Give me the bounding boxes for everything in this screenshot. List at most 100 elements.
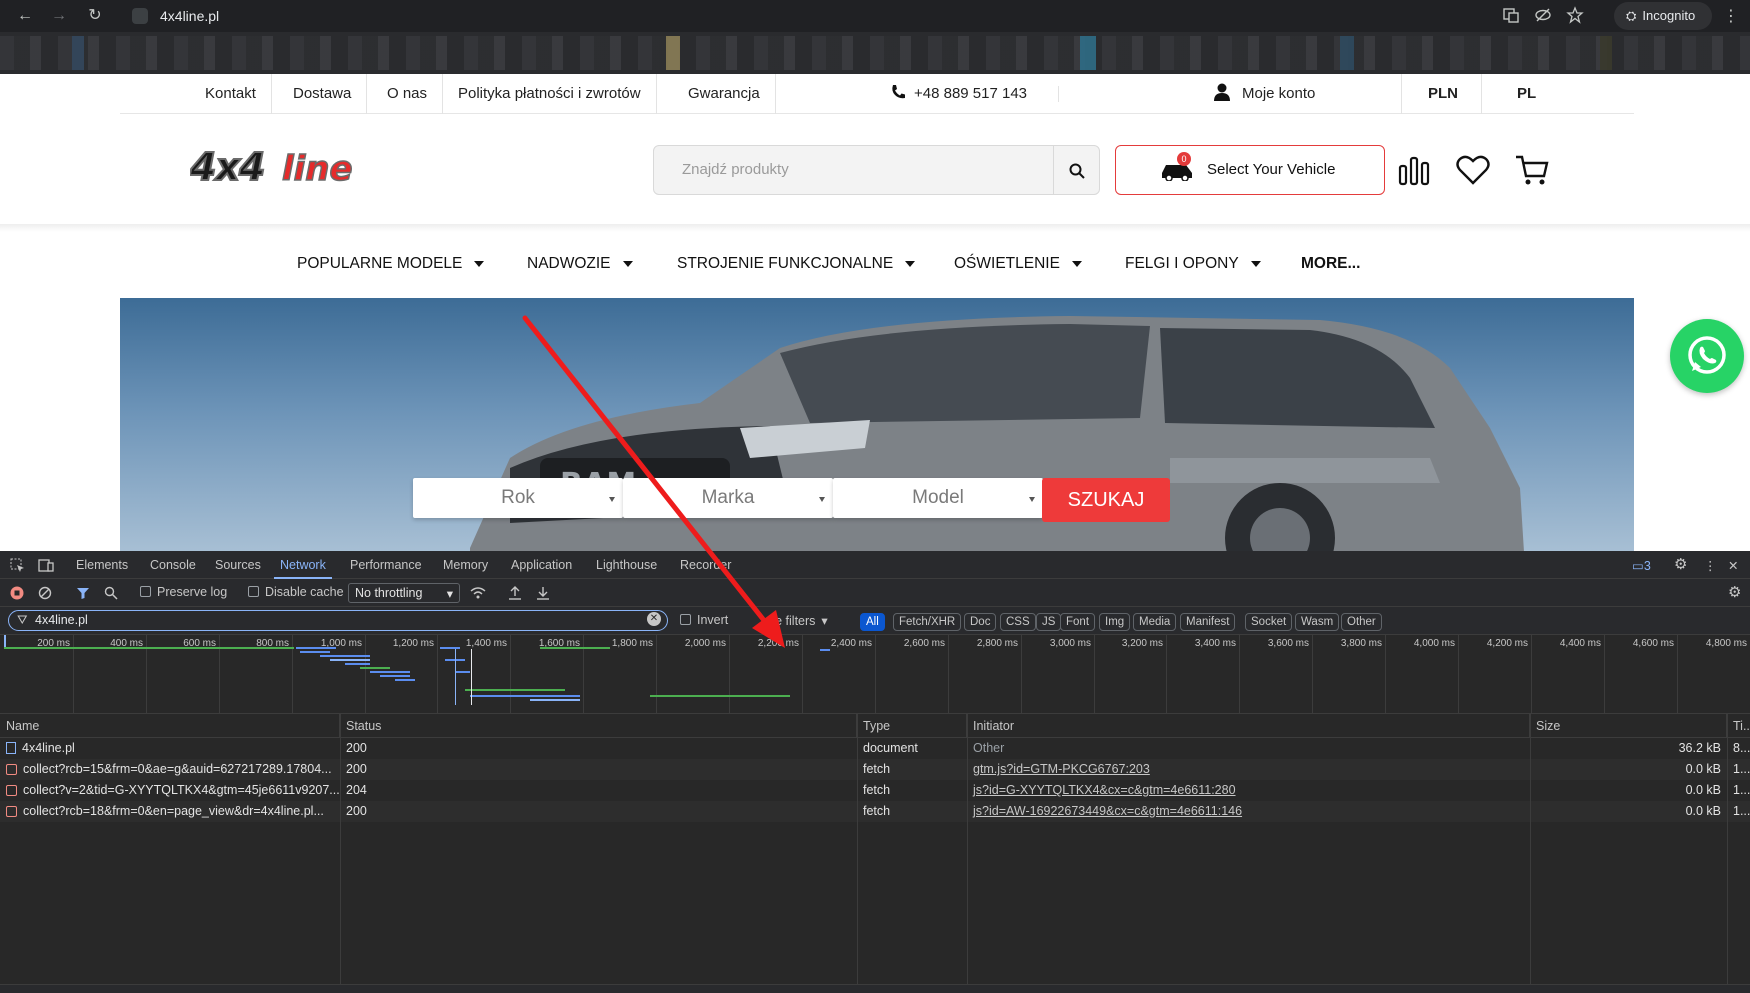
chip-wasm[interactable]: Wasm	[1295, 613, 1340, 631]
chip-img[interactable]: Img	[1099, 613, 1131, 631]
request-initiator-link[interactable]: js?id=AW-16922673449&cx=c&gtm=4e6611:146	[967, 801, 1530, 822]
reload-icon[interactable]: ↻	[86, 7, 104, 25]
filter-funnel-icon[interactable]	[76, 586, 90, 600]
more-filters-dropdown[interactable]: ore filters ▾	[764, 613, 828, 628]
vehicle-search-button[interactable]: SZUKAJ	[1042, 478, 1170, 522]
chip-doc[interactable]: Doc	[964, 613, 997, 631]
settings-gear-icon[interactable]: ⚙	[1674, 555, 1687, 573]
site-info-icon[interactable]	[132, 8, 148, 24]
device-toggle-icon[interactable]	[38, 558, 54, 573]
search-input[interactable]: Znajdź produkty	[682, 161, 789, 178]
wishlist-heart-icon[interactable]	[1455, 152, 1491, 188]
whatsapp-button[interactable]	[1670, 319, 1744, 393]
nav-felgi-i-opony[interactable]: FELGI I OPONY	[1125, 244, 1261, 284]
timeline-tick-label: 3,800 ms	[1340, 638, 1382, 649]
chip-all[interactable]: All	[860, 613, 885, 631]
table-row[interactable]: collect?rcb=18&frm=0&en=page_view&dr=4x4…	[0, 801, 1750, 822]
tab-elements[interactable]: Elements	[76, 558, 128, 572]
record-stop-icon[interactable]	[10, 586, 24, 600]
incognito-profile-button[interactable]: ⛭ Incognito	[1614, 2, 1712, 30]
table-row[interactable]: collect?rcb=15&frm=0&ae=g&auid=627217289…	[0, 759, 1750, 780]
compare-icon[interactable]	[1396, 152, 1432, 188]
model-select[interactable]: Model	[833, 478, 1043, 518]
make-select[interactable]: Marka	[623, 478, 833, 518]
network-settings-gear-icon[interactable]: ⚙	[1728, 583, 1741, 601]
chip-js[interactable]: JS	[1036, 613, 1062, 631]
tab-memory[interactable]: Memory	[443, 558, 488, 572]
link-dostawa[interactable]: Dostawa	[278, 74, 368, 114]
account-link[interactable]: Moje konto	[1214, 74, 1315, 114]
chip-media[interactable]: Media	[1133, 613, 1177, 631]
forward-icon[interactable]: →	[50, 7, 68, 25]
request-name[interactable]: 4x4line.pl	[0, 738, 340, 759]
tab-sources[interactable]: Sources	[215, 558, 261, 572]
product-search[interactable]: Znajdź produkty	[653, 145, 1100, 195]
nav-oswietlenie[interactable]: OŚWIETLENIE	[954, 244, 1082, 284]
chip-font[interactable]: Font	[1060, 613, 1096, 631]
issues-counter[interactable]: ▭3	[1632, 558, 1651, 573]
year-select[interactable]: Rok	[413, 478, 623, 518]
tab-performance[interactable]: Performance	[350, 558, 422, 572]
chip-css[interactable]: CSS	[1000, 613, 1036, 631]
more-options-icon[interactable]: ⋮	[1704, 558, 1717, 573]
inspect-element-icon[interactable]	[10, 558, 25, 573]
chip-socket[interactable]: Socket	[1245, 613, 1293, 631]
address-bar[interactable]: 4x4line.pl	[124, 2, 1304, 30]
preserve-log-checkbox[interactable]: Preserve log	[140, 585, 227, 599]
bookmark-star-icon[interactable]	[1566, 6, 1584, 24]
clear-icon[interactable]	[38, 586, 52, 600]
export-har-icon[interactable]	[536, 585, 550, 600]
nav-popularne-modele[interactable]: POPULARNE MODELE	[297, 244, 485, 284]
url-text[interactable]: 4x4line.pl	[160, 8, 219, 24]
import-har-icon[interactable]	[508, 585, 522, 600]
browser-menu-icon[interactable]: ⋮	[1723, 6, 1739, 26]
chip-fetch-xhr[interactable]: Fetch/XHR	[893, 613, 962, 631]
table-row[interactable]: collect?v=2&tid=G-XYYTQLTKX4&gtm=45je661…	[0, 780, 1750, 801]
invert-checkbox[interactable]: Invert	[680, 613, 728, 627]
link-kontakt[interactable]: Kontakt	[190, 74, 272, 114]
tab-console[interactable]: Console	[150, 558, 196, 572]
throttling-select[interactable]: No throttling ▾	[348, 583, 460, 603]
request-name[interactable]: collect?rcb=18&frm=0&en=page_view&dr=4x4…	[0, 801, 340, 822]
link-polityka[interactable]: Polityka płatności i zwrotów	[443, 74, 657, 114]
col-status[interactable]: Status	[340, 714, 857, 738]
network-conditions-icon[interactable]	[470, 586, 486, 600]
clear-filter-icon[interactable]: ✕	[647, 612, 661, 626]
request-name[interactable]: collect?v=2&tid=G-XYYTQLTKX4&gtm=45je661…	[0, 780, 340, 801]
select-vehicle-button[interactable]: 0 Select Your Vehicle	[1115, 145, 1385, 195]
4x4line-logo[interactable]: 4x4 line	[190, 146, 410, 188]
nav-more[interactable]: MORE...	[1301, 244, 1360, 284]
request-initiator-link[interactable]: js?id=G-XYYTQLTKX4&cx=c&gtm=4e6611:280	[967, 780, 1530, 801]
disable-cache-checkbox[interactable]: Disable cache	[248, 585, 344, 599]
cart-icon[interactable]	[1514, 152, 1550, 188]
phone-contact[interactable]: +48 889 517 143	[890, 74, 1027, 114]
back-icon[interactable]: ←	[16, 7, 34, 25]
link-o-nas[interactable]: O nas	[372, 74, 444, 114]
col-initiator[interactable]: Initiator	[967, 714, 1530, 738]
tab-network[interactable]: Network	[274, 558, 332, 579]
table-row[interactable]: 4x4line.pl 200 document Other 36.2 kB 8.…	[0, 738, 1750, 759]
currency-selector[interactable]: PLN	[1401, 74, 1481, 114]
tab-lighthouse[interactable]: Lighthouse	[596, 558, 657, 572]
col-size[interactable]: Size	[1530, 714, 1727, 738]
filter-input[interactable]: ⛛ 4x4line.pl ✕	[8, 610, 668, 631]
tab-application[interactable]: Application	[511, 558, 572, 572]
request-initiator-link[interactable]: gtm.js?id=GTM-PKCG6767:203	[967, 759, 1530, 780]
nav-nadwozie[interactable]: NADWOZIE	[527, 244, 633, 284]
link-gwarancja[interactable]: Gwarancja	[673, 74, 776, 114]
nav-strojenie-funkcjonalne[interactable]: STROJENIE FUNKCJONALNE	[677, 244, 916, 284]
network-overview-timeline[interactable]: 200 ms 400 ms 600 ms 800 ms 1,000 ms 1,200 ms…	[0, 635, 1750, 714]
search-icon[interactable]	[104, 586, 118, 600]
tab-recorder[interactable]: Recorder	[680, 558, 731, 572]
eye-off-icon[interactable]	[1534, 6, 1552, 24]
chip-other[interactable]: Other	[1341, 613, 1382, 631]
col-time[interactable]: Ti...	[1727, 714, 1750, 738]
close-devtools-icon[interactable]: ✕	[1728, 558, 1738, 573]
chip-manifest[interactable]: Manifest	[1180, 613, 1236, 631]
search-button[interactable]	[1053, 146, 1099, 194]
translate-icon[interactable]	[1502, 6, 1520, 24]
request-name[interactable]: collect?rcb=15&frm=0&ae=g&auid=627217289…	[0, 759, 340, 780]
col-name[interactable]: Name	[0, 714, 340, 738]
col-type[interactable]: Type	[857, 714, 967, 738]
language-selector[interactable]: PL	[1481, 74, 1561, 114]
